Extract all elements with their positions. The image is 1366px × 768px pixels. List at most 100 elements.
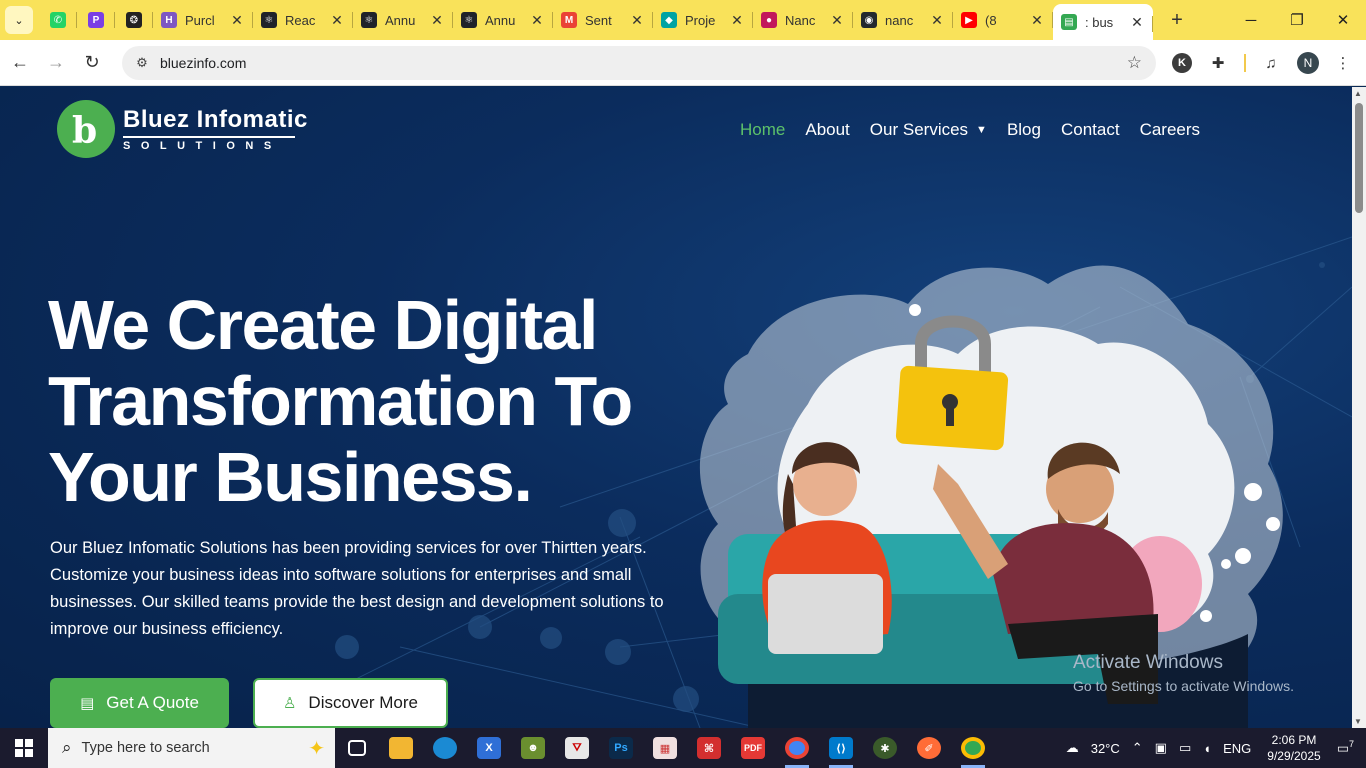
close-window-button[interactable]: ✕ [1320,0,1366,40]
tab-close-icon[interactable]: ✕ [429,12,445,29]
clock[interactable]: 2:06 PM 9/29/2025 [1267,732,1320,764]
tab-close-icon[interactable]: ✕ [329,12,345,29]
file-explorer-icon[interactable] [379,728,423,768]
activate-windows-subtitle: Go to Settings to activate Windows. [1073,678,1294,694]
tab-close-icon[interactable]: ✕ [629,12,645,29]
search-placeholder: Type here to search [81,740,210,756]
tab-close-icon[interactable]: ✕ [829,12,845,29]
tab-search-button[interactable]: ⌄ [5,6,33,34]
tab-favicon-icon: ⚛ [361,12,377,28]
nav-blog[interactable]: Blog [1007,120,1041,140]
nav-services[interactable]: Our Services ▼ [870,120,987,140]
tab-title: Proje [685,12,716,28]
minimize-button[interactable]: ─ [1228,0,1274,40]
tab-favicon-icon: ● [761,12,777,28]
tray-chevron-icon[interactable]: ⌃ [1132,740,1143,756]
pdf-tool-icon[interactable]: PDF [731,728,775,768]
browser-tab[interactable]: ◉ nanc ✕ [853,0,953,40]
reload-button[interactable]: ↻ [76,47,108,79]
browser-tab[interactable]: M Sent ✕ [553,0,653,40]
logo-divider [123,136,295,138]
browser-tab[interactable]: H Purcl ✕ [153,0,253,40]
browser-tab[interactable]: ◆ Proje ✕ [653,0,753,40]
get-quote-button[interactable]: ▤ Get A Quote [50,678,229,728]
meet-now-icon[interactable]: ▣ [1155,740,1167,756]
language-indicator[interactable]: ENG [1223,741,1251,756]
bookmark-star-icon[interactable]: ☆ [1127,53,1142,73]
taskbar-search[interactable]: ⌕ Type here to search ✦ [48,728,335,768]
browser-tab[interactable]: ⚛ Annu ✕ [453,0,553,40]
page-scrollbar[interactable]: ▲ ▼ [1352,87,1366,728]
chrome-menu-icon[interactable]: ⋮ [1330,50,1356,76]
chrome-taskbar-icon[interactable] [775,728,819,768]
weather-icon[interactable]: ☁ [1066,740,1079,756]
tab-close-icon[interactable]: ✕ [1029,12,1045,29]
game-icon[interactable]: ☻ [511,728,555,768]
browser-tab[interactable]: ❂ [115,0,153,40]
tab-close-icon[interactable]: ✕ [729,12,745,29]
browser-toolbar: ← → ↻ ⚙ bluezinfo.com ☆ K ✚ ♫ N ⋮ [0,40,1366,86]
calculator-app-icon[interactable]: ▦ [643,728,687,768]
extension-k-icon[interactable]: K [1172,53,1192,73]
copilot-sparkle-icon[interactable]: ✦ [308,736,325,761]
extensions-puzzle-icon[interactable]: ✚ [1205,50,1231,76]
photoshop-icon[interactable]: Ps [599,728,643,768]
discover-more-button[interactable]: ♙ Discover More [253,678,448,728]
edge-icon[interactable] [423,728,467,768]
browser-tab[interactable]: ⚛ Reac ✕ [253,0,353,40]
xampp-icon[interactable]: X [467,728,511,768]
site-logo[interactable]: b Bluez Infomatic SOLUTIONS [57,100,308,158]
browser-tab[interactable]: ⚛ Annu ✕ [353,0,453,40]
weather-temp[interactable]: 32°C [1091,741,1120,756]
tab-close-icon[interactable]: ✕ [929,12,945,29]
activate-windows-watermark: Activate Windows Go to Settings to activ… [1073,652,1294,694]
browser-tab[interactable]: ▤: bus ✕ [1053,4,1153,40]
start-button[interactable] [0,728,48,768]
nav-contact[interactable]: Contact [1061,120,1120,140]
restore-button[interactable]: ❐ [1274,0,1320,40]
browser-tab[interactable]: ● Nanc ✕ [753,0,853,40]
document-icon: ▤ [80,695,95,712]
nav-services-label: Our Services [869,120,969,139]
tab-title: Reac [285,12,316,28]
chevron-down-icon: ▼ [976,124,987,136]
tab-title: Annu [385,12,416,28]
acrobat-reader-icon[interactable]: ⛛ [555,728,599,768]
scrollbar-thumb[interactable] [1355,103,1363,213]
tab-title: Annu [485,12,516,28]
tab-close-icon[interactable]: ✕ [529,12,545,29]
tab-title: : bus [1085,14,1114,30]
notification-center-icon[interactable]: ▭7 [1337,739,1354,756]
task-view-icon[interactable] [335,728,379,768]
nav-about[interactable]: About [805,120,849,140]
postman-icon[interactable]: ✐ [907,728,951,768]
get-quote-label: Get A Quote [106,693,199,712]
discover-more-label: Discover More [308,693,419,712]
volume-icon[interactable]: ◖ [1203,741,1211,756]
browser-tab[interactable]: P [77,0,115,40]
media-controls-icon[interactable]: ♫ [1258,50,1284,76]
site-info-icon[interactable]: ⚙ [128,55,156,71]
forward-button[interactable]: → [40,47,72,79]
scroll-up-arrow-icon[interactable]: ▲ [1354,89,1362,98]
chrome-profile-icon[interactable] [951,728,995,768]
tab-favicon-icon: ❂ [126,12,142,28]
vscode-icon[interactable]: ⟨⟩ [819,728,863,768]
new-tab-button[interactable]: + [1163,9,1191,32]
address-bar[interactable]: ⚙ bluezinfo.com ☆ [122,46,1156,80]
back-button[interactable]: ← [4,47,36,79]
profile-avatar[interactable]: N [1297,52,1319,74]
nav-home[interactable]: Home [740,120,785,140]
browser-tab[interactable]: ✆ [39,0,77,40]
url-text[interactable]: bluezinfo.com [160,55,246,71]
scroll-down-arrow-icon[interactable]: ▼ [1354,717,1362,726]
git-tool-icon[interactable]: ✱ [863,728,907,768]
tab-favicon-icon: ◆ [661,12,677,28]
adobe-acrobat-icon[interactable]: ⌘ [687,728,731,768]
tab-close-icon[interactable]: ✕ [229,12,245,29]
nav-careers[interactable]: Careers [1140,120,1200,140]
network-icon[interactable]: ▭ [1179,740,1191,756]
tab-close-icon[interactable]: ✕ [1129,14,1145,31]
browser-tab[interactable]: ▶ (8 ✕ [953,0,1053,40]
windows-taskbar: ⌕ Type here to search ✦ X ☻ ⛛ Ps ▦ ⌘ PDF… [0,728,1366,768]
